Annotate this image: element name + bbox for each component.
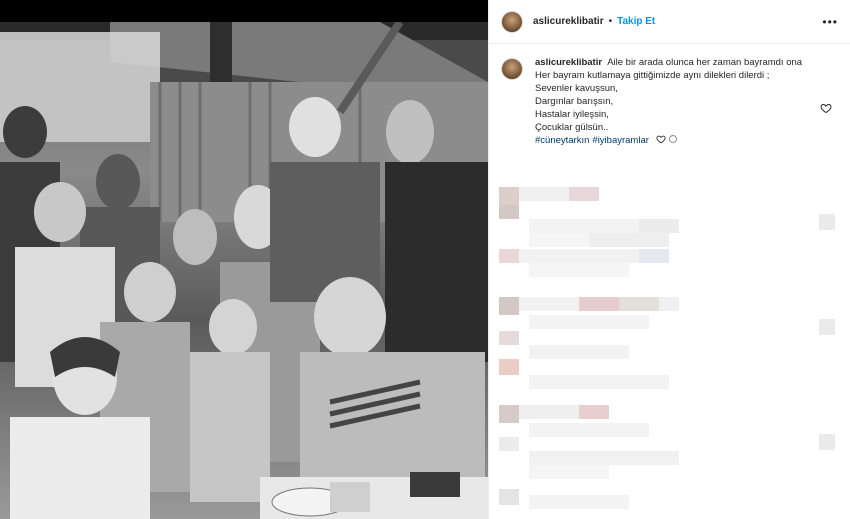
post-photo[interactable] — [0, 22, 488, 519]
emoji-icon — [669, 135, 678, 143]
caption-line-3: Sevenler kavuşsun, — [535, 83, 618, 94]
hashtag-link[interactable]: #iyibayramlar — [592, 135, 649, 146]
pixelated-comments-area — [499, 187, 835, 509]
caption-username[interactable]: aslicureklibatir — [535, 57, 602, 68]
caption-line-1: Aile bir arada olunca her zaman bayramdı… — [607, 57, 803, 68]
caption-body: aslicureklibatir Aile bir arada olunca h… — [535, 56, 825, 147]
post-header: aslicureklibatir • Takip Et ••• — [489, 0, 850, 44]
caption-like-heart-icon[interactable] — [820, 102, 832, 114]
caption-hashtags: #cüneytarkın #iyibayramlar — [535, 134, 825, 147]
hashtag-link[interactable]: #cüneytarkın — [535, 135, 589, 146]
family-photo — [0, 22, 488, 519]
heart-icon[interactable] — [655, 134, 666, 144]
follow-button[interactable]: Takip Et — [617, 16, 655, 27]
caption-avatar[interactable] — [501, 58, 523, 80]
caption-line-6: Çocuklar gülsün.. — [535, 122, 609, 133]
photo-top-bar — [0, 0, 488, 22]
post-side-panel: aslicureklibatir • Takip Et ••• aslicure… — [488, 0, 850, 519]
caption-line-2: Her bayram kutlamaya gittiğimizde aynı d… — [535, 70, 770, 81]
more-options-icon[interactable]: ••• — [822, 15, 838, 29]
post-caption: aslicureklibatir Aile bir arada olunca h… — [489, 44, 850, 147]
caption-line-4: Dargınlar barışsın, — [535, 96, 614, 107]
profile-avatar[interactable] — [501, 10, 523, 33]
caption-line-5: Hastalar iyileşsin, — [535, 109, 609, 120]
separator-dot: • — [608, 16, 613, 27]
header-username[interactable]: aslicureklibatir — [533, 16, 604, 27]
